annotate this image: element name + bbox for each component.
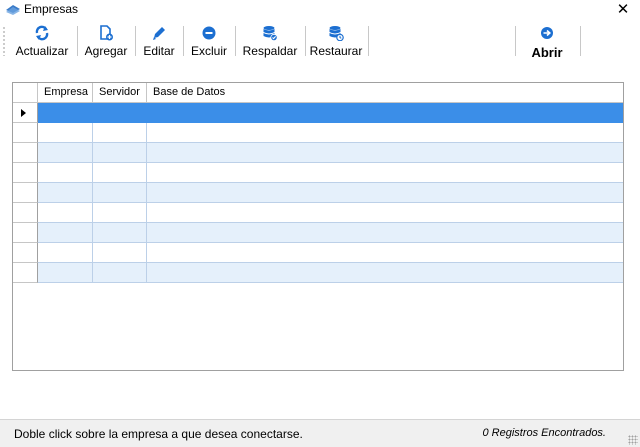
table-row[interactable]	[13, 183, 623, 203]
cell-base-de-datos[interactable]	[147, 103, 623, 123]
cell-base-de-datos[interactable]	[147, 123, 623, 143]
cell-servidor[interactable]	[93, 103, 147, 123]
excluir-label: Excluir	[190, 44, 227, 58]
window-title: Empresas	[24, 2, 79, 16]
table-row[interactable]	[13, 103, 623, 123]
abrir-label: Abrir	[531, 45, 563, 60]
minus-circle-icon	[202, 26, 216, 40]
cell-servidor[interactable]	[93, 143, 147, 163]
table-row[interactable]	[13, 263, 623, 283]
cell-empresa[interactable]	[38, 223, 93, 243]
cell-servidor[interactable]	[93, 203, 147, 223]
agregar-button[interactable]: Agregar	[82, 22, 130, 60]
cell-servidor[interactable]	[93, 263, 147, 283]
cell-base-de-datos[interactable]	[147, 183, 623, 203]
row-header[interactable]	[13, 183, 38, 203]
toolbar: Actualizar Agregar Editar Excluir Respal…	[0, 20, 640, 62]
resize-grip[interactable]	[628, 435, 638, 445]
restaurar-button[interactable]: Restaurar	[309, 22, 363, 60]
toolbar-separator	[305, 26, 306, 56]
cell-servidor[interactable]	[93, 223, 147, 243]
cell-servidor[interactable]	[93, 123, 147, 143]
add-document-icon	[100, 25, 113, 41]
grid-header: Empresa Servidor Base de Datos	[13, 83, 623, 103]
pencil-icon	[153, 27, 165, 40]
row-header[interactable]	[13, 243, 38, 263]
title-bar: Empresas ✕	[0, 0, 640, 18]
database-restore-icon	[329, 26, 344, 41]
respaldar-label: Respaldar	[242, 44, 298, 58]
excluir-button[interactable]: Excluir	[188, 22, 230, 60]
toolbar-separator	[135, 26, 136, 56]
cell-servidor[interactable]	[93, 243, 147, 263]
cell-base-de-datos[interactable]	[147, 163, 623, 183]
toolbar-separator	[580, 26, 581, 56]
close-icon: ✕	[616, 1, 630, 18]
table-row[interactable]	[13, 203, 623, 223]
current-row-arrow-icon	[21, 109, 26, 117]
restaurar-label: Restaurar	[309, 44, 363, 58]
toolbar-separator	[368, 26, 369, 56]
toolbar-separator	[183, 26, 184, 56]
toolbar-grip[interactable]	[3, 26, 5, 56]
row-header[interactable]	[13, 263, 38, 283]
app-icon	[6, 5, 20, 15]
toolbar-separator	[515, 26, 516, 56]
row-header-corner	[13, 83, 38, 103]
cell-empresa[interactable]	[38, 163, 93, 183]
table-row[interactable]	[13, 223, 623, 243]
status-hint: Doble click sobre la empresa a que desea…	[14, 427, 303, 441]
cell-empresa[interactable]	[38, 123, 93, 143]
agregar-label: Agregar	[84, 44, 128, 58]
toolbar-separator	[77, 26, 78, 56]
cell-empresa[interactable]	[38, 103, 93, 123]
row-header[interactable]	[13, 123, 38, 143]
cell-base-de-datos[interactable]	[147, 243, 623, 263]
empresas-grid[interactable]: Empresa Servidor Base de Datos	[12, 82, 624, 371]
cell-base-de-datos[interactable]	[147, 203, 623, 223]
refresh-icon	[35, 25, 49, 41]
table-row[interactable]	[13, 243, 623, 263]
cell-empresa[interactable]	[38, 243, 93, 263]
table-row[interactable]	[13, 163, 623, 183]
cell-empresa[interactable]	[38, 263, 93, 283]
column-header-empresa[interactable]: Empresa	[38, 83, 93, 103]
actualizar-button[interactable]: Actualizar	[12, 22, 72, 60]
row-header[interactable]	[13, 203, 38, 223]
cell-empresa[interactable]	[38, 203, 93, 223]
database-check-icon	[263, 26, 278, 41]
abrir-button[interactable]: Abrir	[520, 22, 574, 60]
row-header[interactable]	[13, 103, 38, 123]
arrow-right-circle-icon	[541, 27, 553, 39]
row-header[interactable]	[13, 163, 38, 183]
record-count: 0 Registros Encontrados.	[482, 427, 606, 439]
column-header-servidor[interactable]: Servidor	[93, 83, 147, 103]
cell-base-de-datos[interactable]	[147, 143, 623, 163]
cell-servidor[interactable]	[93, 183, 147, 203]
table-row[interactable]	[13, 143, 623, 163]
editar-button[interactable]: Editar	[140, 22, 178, 60]
actualizar-label: Actualizar	[15, 44, 69, 58]
cell-base-de-datos[interactable]	[147, 263, 623, 283]
cell-empresa[interactable]	[38, 183, 93, 203]
respaldar-button[interactable]: Respaldar	[240, 22, 300, 60]
close-button[interactable]: ✕	[606, 0, 640, 18]
table-row[interactable]	[13, 123, 623, 143]
toolbar-separator	[235, 26, 236, 56]
row-header[interactable]	[13, 143, 38, 163]
cell-base-de-datos[interactable]	[147, 223, 623, 243]
cell-servidor[interactable]	[93, 163, 147, 183]
editar-label: Editar	[143, 44, 175, 58]
column-header-base-de-datos[interactable]: Base de Datos	[147, 83, 623, 103]
cell-empresa[interactable]	[38, 143, 93, 163]
row-header[interactable]	[13, 223, 38, 243]
status-bar: Doble click sobre la empresa a que desea…	[0, 419, 640, 447]
